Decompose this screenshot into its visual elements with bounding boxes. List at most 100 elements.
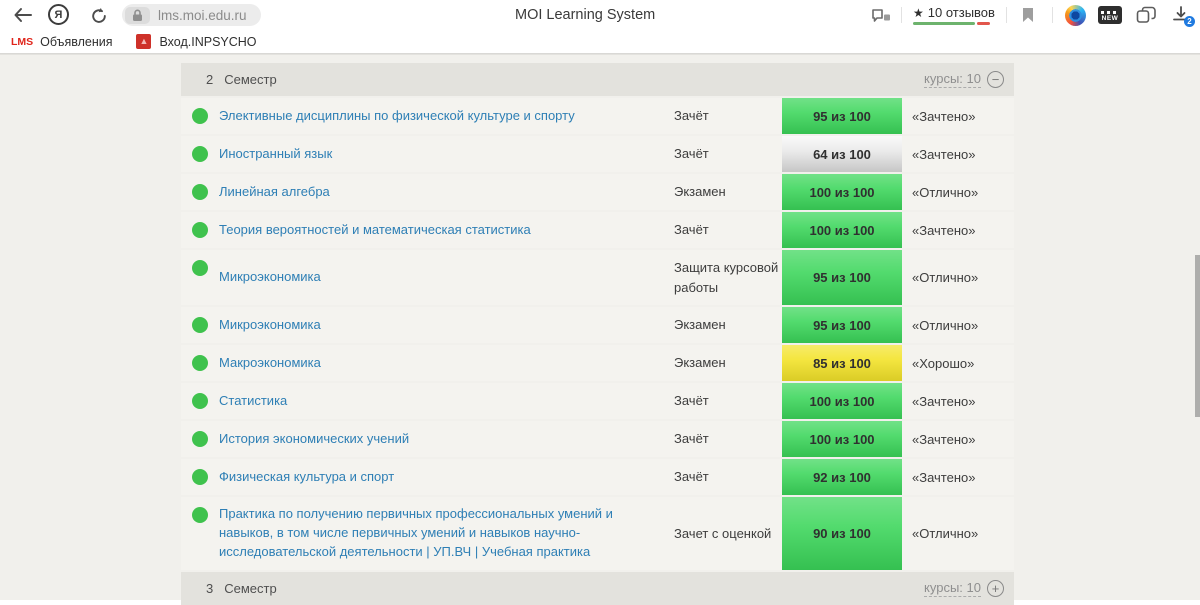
grade-text: «Зачтено» — [912, 393, 976, 409]
score-badge: 92 из 100 — [782, 459, 902, 495]
table-row: Физическая культура и спорт Зачёт 92 из … — [181, 459, 1014, 495]
score-badge: 95 из 100 — [782, 307, 902, 343]
course-link[interactable]: Элективные дисциплины по физической куль… — [219, 107, 674, 126]
score-badge: 100 из 100 — [782, 383, 902, 419]
score-badge: 95 из 100 — [782, 98, 902, 134]
assessment-type: Экзамен — [674, 317, 726, 333]
bookmark-lms-announcements[interactable]: LMS Объявления — [11, 35, 112, 49]
course-link[interactable]: Микроэкономика — [219, 268, 674, 287]
grades-table: 2 Семестр курсы: 10 − Элективные дисципл… — [181, 63, 1014, 605]
table-row: Статистика Зачёт 100 из 100 «Зачтено» — [181, 383, 1014, 419]
grade-text: «Зачтено» — [912, 146, 976, 162]
courses-count-link[interactable]: курсы: 10 — [924, 71, 981, 88]
status-dot-icon — [192, 469, 208, 485]
score-badge: 85 из 100 — [782, 345, 902, 381]
table-row: Теория вероятностей и математическая ста… — [181, 212, 1014, 248]
collapse-icon[interactable]: − — [987, 71, 1004, 88]
assessment-type: Зачёт — [674, 431, 709, 447]
status-dot-cell — [181, 393, 219, 409]
table-row: История экономических учений Зачёт 100 и… — [181, 421, 1014, 457]
course-link[interactable]: Теория вероятностей и математическая ста… — [219, 221, 674, 240]
assessment-type: Экзамен — [674, 184, 726, 200]
score-badge: 90 из 100 — [782, 497, 902, 570]
address-bar[interactable]: lms.moi.edu.ru — [122, 4, 261, 26]
bookmarks-bar: LMS Объявления ▲ Вход.INPSYCHO — [0, 30, 1200, 54]
toolbar-divider — [901, 7, 902, 23]
course-link[interactable]: Линейная алгебра — [219, 183, 674, 202]
bookmark-inpsycho-login[interactable]: ▲ Вход.INPSYCHO — [136, 34, 257, 49]
table-row: Микроэкономика Экзамен 95 из 100 «Отличн… — [181, 307, 1014, 343]
score-badge: 100 из 100 — [782, 212, 902, 248]
grade-text: «Отлично» — [912, 525, 979, 541]
grade-text: «Зачтено» — [912, 431, 976, 447]
refresh-icon[interactable] — [89, 6, 108, 25]
scrollbar-thumb[interactable] — [1195, 255, 1200, 417]
bookmark-label: Вход.INPSYCHO — [159, 34, 257, 49]
course-link[interactable]: Статистика — [219, 392, 674, 411]
semester-title: Семестр — [224, 580, 277, 596]
reviews-count: 10 отзывов — [927, 5, 995, 20]
status-dot-icon — [192, 146, 208, 162]
bookmark-icon[interactable] — [1021, 6, 1035, 23]
grade-text: «Отлично» — [912, 270, 979, 285]
toolbar-divider — [1052, 7, 1053, 23]
semester-title: Семестр — [224, 72, 277, 87]
score-badge: 100 из 100 — [782, 421, 902, 457]
grade-text: «Отлично» — [912, 184, 979, 200]
yandex-browser-icon[interactable]: Я — [48, 4, 69, 25]
back-icon[interactable] — [12, 6, 34, 24]
status-dot-cell — [181, 469, 219, 485]
reviews-rating-bar — [913, 22, 995, 25]
assessment-type: Зачёт — [674, 108, 709, 124]
status-dot-cell — [181, 507, 219, 523]
course-link[interactable]: История экономических учений — [219, 430, 674, 449]
table-row: Линейная алгебра Экзамен 100 из 100 «Отл… — [181, 174, 1014, 210]
semester-number: 2 — [206, 72, 214, 87]
expand-icon[interactable]: + — [987, 579, 1004, 597]
course-rows: Элективные дисциплины по физической куль… — [181, 98, 1014, 570]
status-dot-cell — [181, 431, 219, 447]
course-link[interactable]: Макроэкономика — [219, 354, 674, 373]
course-link[interactable]: Физическая культура и спорт — [219, 468, 674, 487]
course-link[interactable]: Микроэкономика — [219, 316, 674, 335]
table-row: Практика по получению первичных професси… — [181, 497, 1014, 570]
status-dot-cell — [181, 317, 219, 333]
rating-bar-negative — [977, 22, 990, 25]
feedback-icon[interactable] — [870, 7, 892, 25]
status-dot-cell — [181, 222, 219, 238]
semester-number: 3 — [206, 580, 214, 596]
status-dot-cell — [181, 355, 219, 371]
score-badge: 64 из 100 — [782, 136, 902, 172]
status-dot-cell — [181, 184, 219, 200]
download-count-badge: 2 — [1184, 16, 1195, 27]
table-row: Иностранный язык Зачёт 64 из 100 «Зачтен… — [181, 136, 1014, 172]
grade-text: «Отлично» — [912, 317, 979, 333]
course-link[interactable]: Практика по получению первичных професси… — [219, 505, 674, 562]
rating-bar-positive — [913, 22, 975, 25]
reviews-button[interactable]: ★ 10 отзывов — [913, 5, 995, 25]
lms-logo-icon: LMS — [11, 35, 34, 48]
browser-toolbar: Я lms.moi.edu.ru MOI Learning System ★ 1… — [0, 0, 1200, 30]
page-title: MOI Learning System — [515, 7, 656, 23]
assessment-type: Экзамен — [674, 355, 726, 371]
status-dot-icon — [192, 222, 208, 238]
status-dot-icon — [192, 108, 208, 124]
assessment-type: Зачёт — [674, 222, 709, 238]
courses-count-link[interactable]: курсы: 10 — [924, 580, 981, 597]
download-icon[interactable]: 2 — [1171, 5, 1195, 27]
extension-browser-icon[interactable] — [1065, 5, 1086, 26]
page-content: 2 Семестр курсы: 10 − Элективные дисципл… — [0, 54, 1200, 605]
table-row: Макроэкономика Экзамен 85 из 100 «Хорошо… — [181, 345, 1014, 381]
new-extension-icon[interactable]: NEW — [1098, 6, 1122, 24]
assessment-type: Зачёт — [674, 146, 709, 162]
grade-text: «Зачтено» — [912, 108, 976, 124]
assessment-type: Защита курсовой работы — [674, 260, 779, 295]
course-link[interactable]: Иностранный язык — [219, 145, 674, 164]
grade-text: «Хорошо» — [912, 355, 975, 371]
status-dot-cell — [181, 108, 219, 124]
score-badge: 95 из 100 — [782, 250, 902, 305]
bookmark-label: Объявления — [40, 34, 113, 49]
status-dot-icon — [192, 184, 208, 200]
score-badge: 100 из 100 — [782, 174, 902, 210]
tabs-icon[interactable] — [1135, 6, 1157, 24]
